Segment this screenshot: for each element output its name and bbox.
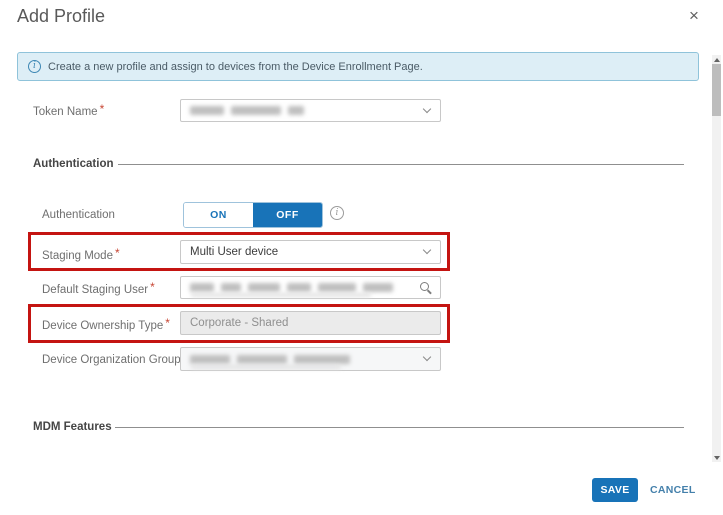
toggle-on-button[interactable]: ON [184,203,253,227]
info-banner: i Create a new profile and assign to dev… [17,52,699,81]
required-asterisk: * [150,280,155,294]
default-staging-user-input[interactable] [180,276,441,299]
required-asterisk: * [165,316,170,330]
required-asterisk: * [100,102,105,116]
chevron-down-icon [423,246,431,254]
redacted-text [287,283,311,292]
redacted-text [190,106,224,115]
redacted-text [231,106,281,115]
chevron-down-icon [423,104,431,112]
staging-mode-dropdown[interactable]: Multi User device [180,240,441,264]
section-mdm-features: MDM Features [33,420,112,434]
device-ownership-type-value: Corporate - Shared [190,317,288,329]
redacted-text [363,283,393,292]
device-ownership-type-field: Corporate - Shared [180,311,441,335]
save-button[interactable]: SAVE [592,478,638,502]
default-staging-user-label: Default Staging User* [42,282,155,297]
section-divider [118,164,684,165]
staging-mode-label: Staging Mode* [42,248,120,263]
cancel-button[interactable]: CANCEL [650,478,696,502]
info-icon: i [28,60,41,73]
page-title: Add Profile [17,6,105,27]
scroll-down-icon[interactable] [712,453,721,462]
device-ownership-type-label: Device Ownership Type* [42,318,170,333]
search-icon [420,282,429,291]
add-profile-dialog: Add Profile × i Create a new profile and… [0,0,723,515]
token-name-label: Token Name* [33,104,104,119]
redacted-text [237,355,287,364]
redacted-text [191,293,371,297]
redacted-text [191,365,341,369]
close-icon[interactable]: × [683,5,705,27]
toggle-off-button[interactable]: OFF [253,203,322,227]
scroll-up-icon[interactable] [712,55,721,64]
section-divider [115,427,684,428]
authentication-label: Authentication [42,208,115,222]
scrollbar-thumb[interactable] [712,64,721,116]
authentication-toggle: ON OFF [183,202,323,228]
staging-mode-value: Multi User device [190,246,278,258]
vertical-scrollbar[interactable] [712,55,721,462]
redacted-text [221,283,241,292]
token-name-dropdown[interactable] [180,99,441,122]
device-organization-group-dropdown[interactable] [180,347,441,371]
redacted-text [294,355,350,364]
redacted-text [190,355,230,364]
redacted-text [318,283,356,292]
info-banner-text: Create a new profile and assign to devic… [48,61,423,73]
section-authentication: Authentication [33,157,114,171]
required-asterisk: * [115,246,120,260]
authentication-info-icon: i [330,206,344,220]
device-organization-group-label: Device Organization Group* [42,352,187,367]
chevron-down-icon [423,353,431,361]
redacted-text [288,106,304,115]
redacted-text [248,283,280,292]
redacted-text [190,283,214,292]
